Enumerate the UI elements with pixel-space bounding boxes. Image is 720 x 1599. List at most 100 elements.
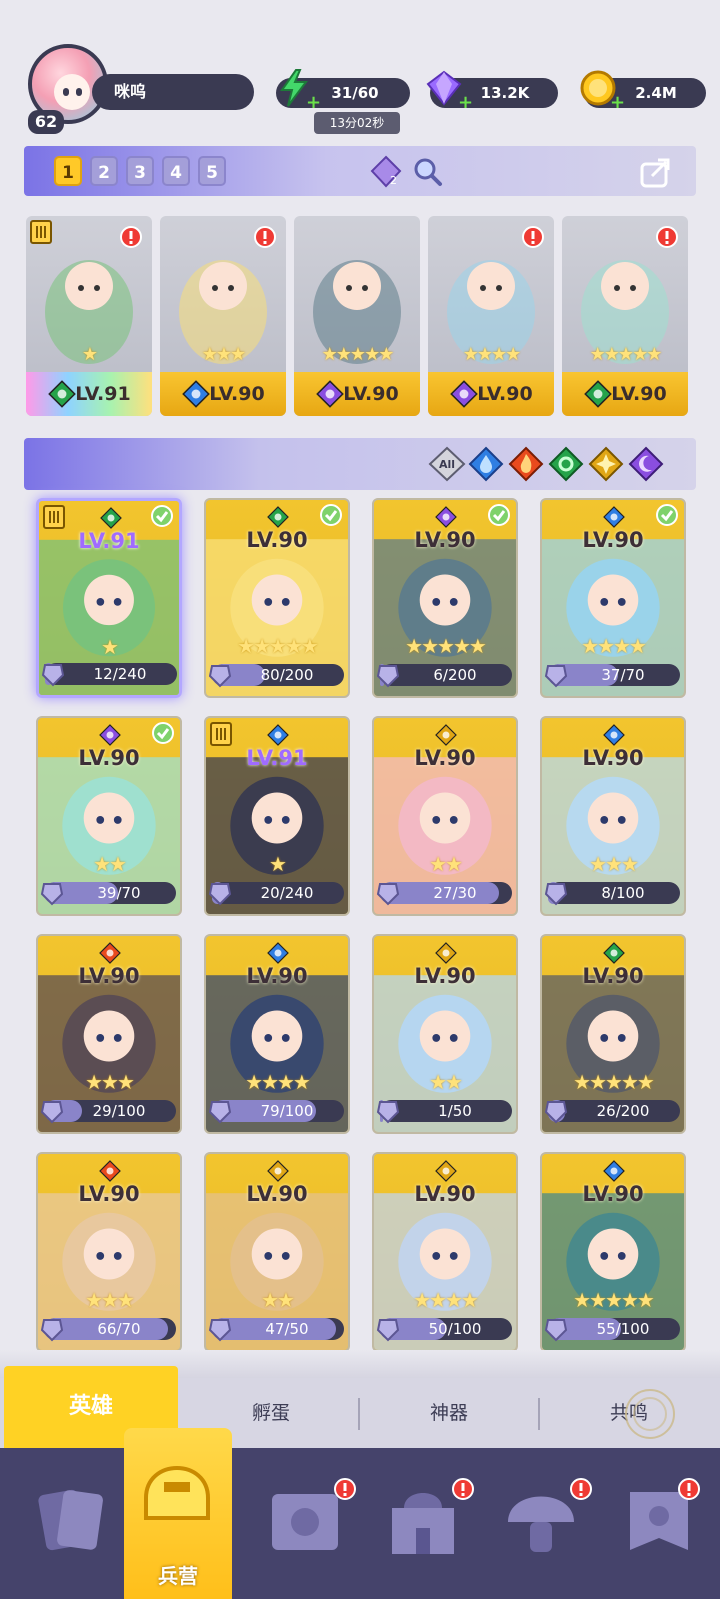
in-team-check-icon bbox=[320, 504, 342, 526]
hero-card[interactable]: LV.90 ★★★ 8/100 bbox=[540, 716, 686, 916]
team-card[interactable]: ★★★★ LV.90 bbox=[428, 216, 554, 416]
filter-fire-icon[interactable] bbox=[508, 446, 544, 482]
team-slot-2[interactable]: 2 bbox=[90, 156, 118, 186]
hero-card[interactable]: LV.90 ★★ 39/70 bbox=[36, 716, 182, 916]
hero-card[interactable]: LV.90 ★★ 27/30 bbox=[372, 716, 518, 916]
star-rating: ★★★★★ bbox=[237, 634, 319, 658]
player-name[interactable]: 咪呜 bbox=[92, 74, 254, 110]
nav-cards[interactable] bbox=[16, 1466, 126, 1586]
shard-icon bbox=[544, 662, 568, 688]
wind-element-icon bbox=[584, 380, 612, 408]
castle-alert-icon bbox=[452, 1478, 474, 1500]
filter-wind-icon[interactable] bbox=[548, 446, 584, 482]
filter-water-icon[interactable] bbox=[468, 446, 504, 482]
nav-barracks[interactable]: 兵营 bbox=[124, 1428, 232, 1599]
hero-level: LV.90 bbox=[246, 528, 308, 552]
hero-card[interactable]: LV.91 ★ 20/240 bbox=[204, 716, 350, 916]
team-card-level: LV.90 bbox=[294, 372, 420, 416]
hero-card[interactable]: LV.90 ★★★★ 37/70 bbox=[540, 498, 686, 698]
wind-element-icon bbox=[603, 942, 625, 964]
hero-card[interactable]: LV.90 ★★★★★ 6/200 bbox=[372, 498, 518, 698]
shard-icon bbox=[376, 1098, 400, 1124]
team-card[interactable]: ★★★★★ LV.90 bbox=[294, 216, 420, 416]
nav-mushroom[interactable] bbox=[486, 1466, 596, 1586]
tab-artifact[interactable]: 神器 bbox=[362, 1378, 536, 1448]
team-slot-3[interactable]: 3 bbox=[126, 156, 154, 186]
water-element-icon bbox=[267, 942, 289, 964]
water-element-icon bbox=[603, 1160, 625, 1182]
dark-element-icon bbox=[316, 380, 344, 408]
shard-count: 66/70 bbox=[97, 1320, 141, 1338]
hero-level: LV.91 bbox=[246, 746, 308, 770]
hero-card[interactable]: LV.90 ★★ 1/50 bbox=[372, 934, 518, 1134]
shard-count: 50/100 bbox=[428, 1320, 482, 1338]
nav-castle[interactable] bbox=[368, 1466, 478, 1586]
wind-element-icon bbox=[267, 506, 289, 528]
water-element-icon bbox=[267, 724, 289, 746]
hero-level: LV.90 bbox=[246, 964, 308, 988]
shard-icon bbox=[208, 662, 232, 688]
in-team-check-icon bbox=[152, 722, 174, 744]
share-icon[interactable] bbox=[638, 154, 674, 190]
hero-card[interactable]: LV.91 ★ 12/240 bbox=[36, 498, 182, 698]
hero-card[interactable]: LV.90 ★★★★★ 55/100 bbox=[540, 1152, 686, 1352]
category-tabs: 英雄 孵蛋 神器 共鸣 bbox=[0, 1366, 720, 1448]
tab-divider bbox=[358, 1398, 360, 1430]
in-team-check-icon bbox=[656, 504, 678, 526]
team-slot-4[interactable]: 4 bbox=[162, 156, 190, 186]
hero-card[interactable]: LV.90 ★★ 47/50 bbox=[204, 1152, 350, 1352]
add-gem-icon[interactable]: + bbox=[458, 94, 473, 112]
shard-count: 39/70 bbox=[97, 884, 141, 902]
shard-icon bbox=[40, 880, 64, 906]
shard-count: 79/100 bbox=[260, 1102, 314, 1120]
filter-dark-icon[interactable] bbox=[628, 446, 664, 482]
team-slot-5[interactable]: 5 bbox=[198, 156, 226, 186]
star-rating: ★★★★ bbox=[581, 634, 647, 658]
alert-icon bbox=[254, 226, 276, 248]
hero-card[interactable]: LV.90 ★★★ 29/100 bbox=[36, 934, 182, 1134]
filter-all-button[interactable]: All bbox=[428, 446, 466, 482]
hero-card[interactable]: LV.90 ★★★★★ 80/200 bbox=[204, 498, 350, 698]
hero-level: LV.90 bbox=[78, 1182, 140, 1206]
star-rating: ★★★ bbox=[201, 344, 246, 365]
star-rating: ★★★★★ bbox=[321, 344, 395, 365]
hero-card[interactable]: LV.90 ★★★★ 50/100 bbox=[372, 1152, 518, 1352]
shard-count: 27/30 bbox=[433, 884, 477, 902]
nav-codex[interactable] bbox=[250, 1466, 360, 1586]
team-slot-1[interactable]: 1 bbox=[54, 156, 82, 186]
shard-count: 26/200 bbox=[596, 1102, 650, 1120]
add-stamina-icon[interactable]: + bbox=[306, 94, 321, 112]
team-card[interactable]: ★ LV.91 bbox=[26, 216, 152, 416]
team-card[interactable]: ★★★★★ LV.90 bbox=[562, 216, 688, 416]
hero-level: LV.90 bbox=[78, 746, 140, 770]
element-filter-bar: All bbox=[24, 438, 696, 490]
shard-count: 29/100 bbox=[92, 1102, 146, 1120]
hero-card[interactable]: LV.90 ★★★★★ 26/200 bbox=[540, 934, 686, 1134]
nav-guild[interactable] bbox=[604, 1466, 714, 1586]
shard-icon bbox=[376, 880, 400, 906]
add-gold-icon[interactable]: + bbox=[610, 94, 625, 112]
team-card-level: LV.90 bbox=[562, 372, 688, 416]
wind-element-icon bbox=[100, 507, 122, 529]
star-rating: ★★ bbox=[93, 852, 127, 876]
star-rating: ★★★★ bbox=[245, 1070, 311, 1094]
hero-card[interactable]: LV.90 ★★★★ 79/100 bbox=[204, 934, 350, 1134]
hero-level: LV.90 bbox=[414, 746, 476, 770]
star-rating: ★★★ bbox=[589, 852, 639, 876]
cards-icon bbox=[38, 1489, 103, 1551]
light-element-icon bbox=[435, 942, 457, 964]
team-card[interactable]: ★★★ LV.90 bbox=[160, 216, 286, 416]
dark-element-icon bbox=[450, 380, 478, 408]
alert-icon bbox=[120, 226, 142, 248]
power-badge-icon[interactable]: 2 bbox=[368, 154, 404, 190]
filter-light-icon[interactable] bbox=[588, 446, 624, 482]
hero-level: LV.90 bbox=[582, 528, 644, 552]
svg-text:All: All bbox=[439, 458, 455, 471]
search-icon[interactable] bbox=[410, 154, 446, 190]
in-team-check-icon bbox=[151, 505, 173, 527]
star-rating: ★★ bbox=[429, 852, 463, 876]
hero-card[interactable]: LV.90 ★★★ 66/70 bbox=[36, 1152, 182, 1352]
shard-icon bbox=[208, 1316, 232, 1342]
star-rating: ★★★ bbox=[85, 1070, 135, 1094]
shard-count: 8/100 bbox=[601, 884, 645, 902]
